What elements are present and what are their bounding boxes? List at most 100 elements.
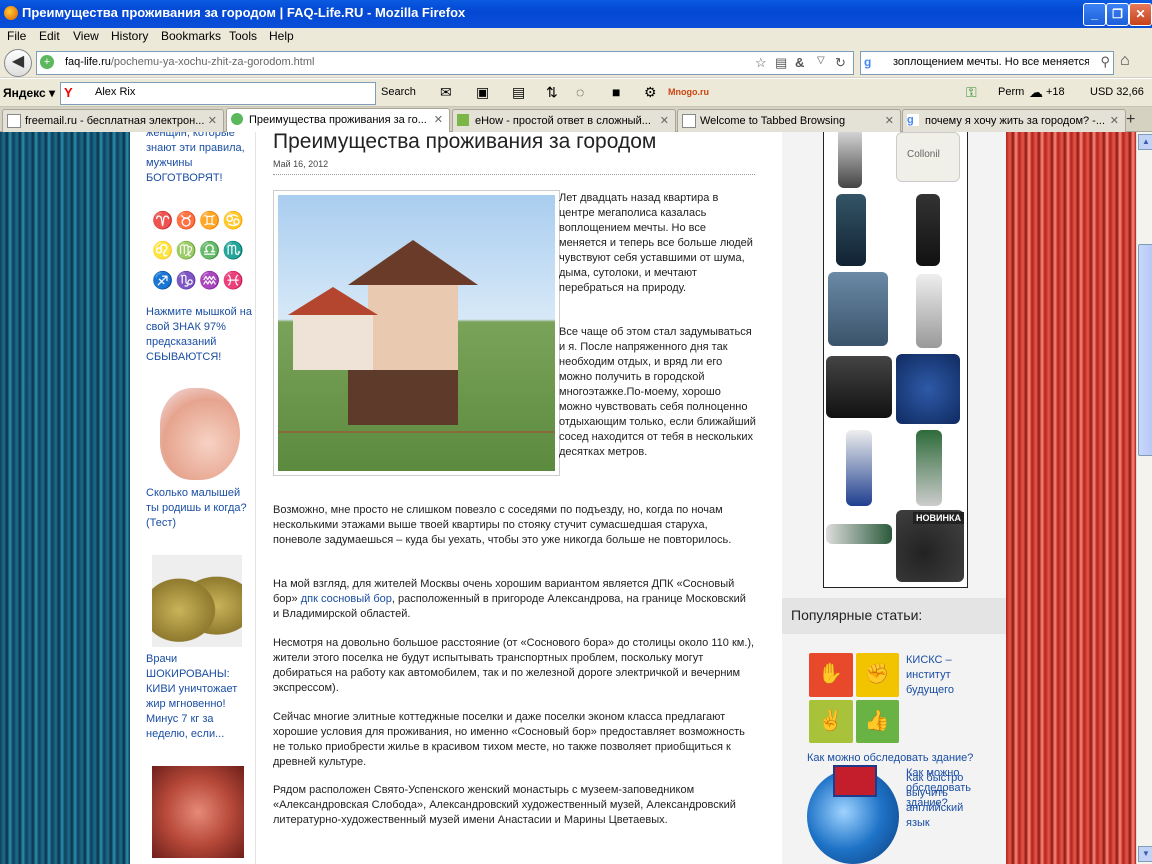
page-body: женщин, которые знают эти правила, мужчи… [130,132,1006,864]
ampersand-icon[interactable]: & [795,55,804,70]
yandex-toolbar: Яндекс ▾ Y Alex Rix Search ✉ ▣ ▤ ⇅ ◌ ■ ⚙… [0,79,1152,107]
tab-article[interactable]: Преимущества проживания за го... ✕ [226,108,450,133]
scroll-down-arrow-icon[interactable]: ▼ [1138,846,1152,862]
ehow-favicon-icon [457,114,469,126]
minimize-button[interactable]: _ [1083,3,1106,26]
ad-link-women-rules[interactable]: женщин, которые знают эти правила, мужчи… [146,132,252,186]
yandex-logo[interactable]: Яндекс ▾ [3,86,55,100]
google-icon[interactable]: g [864,55,878,69]
window-title-bar: Преимущества проживания за городом | FAQ… [0,0,1152,28]
currency-label[interactable]: USD 32,66 [1090,86,1144,98]
page-favicon-icon [7,114,21,128]
popular-link-english[interactable]: Как быстро выучить английский язык [906,771,976,831]
bookmarks-icon[interactable]: ▣ [476,84,489,101]
ad-link-kiwi[interactable]: Врачи ШОКИРОВАНЫ: КИВИ уничтожает жир мг… [146,652,252,742]
background-stripes-left [0,132,130,864]
popular-heading: Популярные статьи: [791,607,923,623]
color-icon[interactable]: ■ [612,84,620,100]
mnogo-logo[interactable]: Mnogo.ru [668,87,709,97]
maximize-button[interactable]: ❐ [1106,3,1129,26]
zodiac-image[interactable]: ♈ ♉ ♊ ♋ ♌ ♍ ♎ ♏ ♐ ♑ ♒ ♓ [152,210,244,298]
cloth-image: Collonil [896,132,960,182]
page-icon[interactable]: ▤ [512,84,525,101]
vertical-scrollbar[interactable]: ▲ ▼ [1136,132,1152,864]
navigation-bar: ◀ + faq-life.ru/pochemu-ya-xochu-zhit-za… [0,46,1152,78]
page-viewport: женщин, которые знают эти правила, мужчи… [0,132,1136,864]
chat-icon[interactable]: ◌ [576,84,584,100]
popular-link-building[interactable]: Как можно обследовать здание? [807,751,1002,766]
scrollbar-thumb[interactable] [1138,244,1152,456]
key-icon[interactable]: ⚿ [966,84,977,101]
article-title[interactable]: Преимущества проживания за городом [273,132,656,154]
tab-google-search[interactable]: g почему я хочу жить за городом? -... ✕ [902,109,1126,132]
close-button[interactable]: ✕ [1129,3,1152,26]
menu-edit[interactable]: Edit [39,29,60,43]
search-icon[interactable]: ⚲ [1100,54,1110,70]
background-stripes-right [1006,132,1136,864]
site-identity-icon[interactable]: + [40,55,54,69]
spray-can-image [838,132,862,188]
infant-image[interactable] [152,766,244,858]
ad-link-zodiac[interactable]: Нажмите мышкой на свой ЗНАК 97% предсказ… [146,305,252,365]
menu-file[interactable]: File [7,29,26,43]
kiks-image[interactable]: ✋ ✊ ✌ 👍 [809,653,899,743]
tab-close-icon[interactable]: ✕ [885,114,894,127]
reload-icon[interactable]: ↻ [835,55,846,71]
tab-close-icon[interactable]: ✕ [208,114,217,127]
temperature-label[interactable]: +18 [1046,86,1065,98]
sort-icon[interactable]: ⇅ [546,84,558,101]
menu-bookmarks[interactable]: Bookmarks [161,29,221,43]
tab-close-icon[interactable]: ✕ [434,113,443,126]
article-paragraph-1: Лет двадцать назад квартира в центре мег… [559,192,753,294]
dpk-link[interactable]: дпк сосновый бор [301,593,392,605]
shoe-care-ad[interactable]: Collonil НОВИНКА [823,132,968,588]
menu-bar: File Edit View History Bookmarks Tools H… [0,28,1152,46]
weather-icon: ☁ [1029,84,1043,100]
firefox-icon [4,6,18,20]
translate-icon[interactable]: ▤ [775,55,787,71]
menu-tools[interactable]: Tools [229,29,257,43]
web-search-box[interactable]: g зоплощением мечты. Но все меняется ⚲ [860,51,1114,75]
article-paragraph-3: Возможно, мне просто не слишком повезло … [273,504,732,546]
tab-close-icon[interactable]: ✕ [660,114,669,127]
bookmark-star-icon[interactable]: ☆ [755,55,767,71]
dropdown-arrow-icon[interactable]: ▽ [817,55,825,66]
mail-icon[interactable]: ✉ [440,84,452,101]
new-badge: НОВИНКА [913,512,964,524]
site-favicon-icon [231,113,243,125]
english-globe-image[interactable] [807,765,899,864]
article-paragraph-7: Рядом расположен Свято-Успенского женски… [273,784,736,826]
home-icon[interactable]: ⌂ [1120,52,1130,70]
url-bar[interactable]: + faq-life.ru/pochemu-ya-xochu-zhit-za-g… [36,51,854,75]
article-paragraph-4: На мой взгляд, для жителей Москвы очень … [273,578,746,620]
tab-ehow[interactable]: eHow - простой ответ в сложный... ✕ [452,109,676,132]
ad-link-babies-test[interactable]: Сколько малышей ты родишь и когда? (Тест… [146,486,252,531]
url-text: faq-life.ru/pochemu-ya-xochu-zhit-za-gor… [65,56,315,68]
popular-link-kiks[interactable]: КИСКС – институт будущего [906,653,976,698]
yandex-search-box[interactable]: Y Alex Rix [60,82,376,105]
article-photo [273,190,560,476]
spray-can-image [846,430,872,506]
kiwi-image[interactable] [152,555,242,647]
back-button[interactable]: ◀ [4,49,32,77]
article: Преимущества проживания за городом Май 1… [273,132,758,864]
tab-welcome[interactable]: Welcome to Tabbed Browsing ✕ [677,109,901,132]
search-input[interactable]: зоплощением мечты. Но все меняется [893,56,1089,68]
settings-gear-icon[interactable]: ⚙ [644,84,657,101]
popular-heading-bar: Популярные статьи: [782,598,1006,634]
window-title: Преимущества проживания за городом | FAQ… [22,5,466,20]
tab-bar: freemail.ru - бесплатная электрон... ✕ П… [0,107,1152,133]
tab-freemail[interactable]: freemail.ru - бесплатная электрон... ✕ [2,109,224,132]
scroll-up-arrow-icon[interactable]: ▲ [1138,134,1152,150]
menu-view[interactable]: View [73,29,99,43]
yandex-search-button[interactable]: Search [381,86,416,98]
menu-history[interactable]: History [111,29,148,43]
sneaker-image [826,356,892,418]
baby-image[interactable] [160,388,240,480]
menu-help[interactable]: Help [269,29,294,43]
tab-close-icon[interactable]: ✕ [1110,114,1119,127]
city-label[interactable]: Perm [998,86,1024,98]
new-tab-button[interactable]: + [1126,111,1135,129]
yandex-search-input[interactable]: Alex Rix [95,86,135,98]
sandal-image [828,272,888,346]
